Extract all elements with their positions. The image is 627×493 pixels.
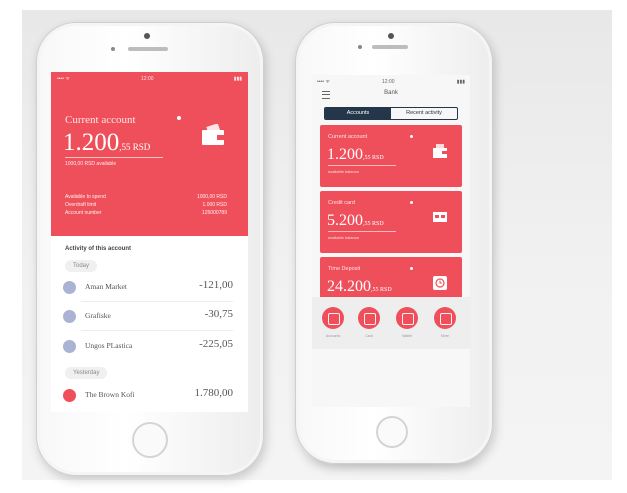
tab-label: Card (365, 334, 373, 338)
tab-wallet-icon[interactable] (396, 307, 418, 329)
card-title: Current account (328, 134, 368, 140)
home-button[interactable] (376, 416, 408, 448)
left-screen: •••• ᯤ 12:00 ▮▮▮ Current account 1.200,5… (51, 72, 248, 412)
transaction-icon (63, 340, 76, 353)
date-chip-today: Today (65, 260, 98, 272)
transaction-name: Grafiske (85, 311, 111, 320)
tab-label: Wallet (402, 334, 412, 338)
sensor-dot (358, 45, 362, 49)
card-balance-fraction: ,55 RSD (363, 221, 384, 227)
status-bar-signal: •••• ᯤ (57, 76, 70, 82)
status-bar-battery: ▮▮▮ (456, 79, 465, 85)
status-bar-time: 12:00 (141, 76, 154, 82)
date-chip-yesterday: Yesterday (65, 367, 108, 379)
card-subtitle: available balance (328, 235, 359, 240)
card-balance-main: 5.200 (327, 212, 363, 229)
account-title: Current account (65, 114, 136, 126)
status-bar-battery: ▮▮▮ (233, 76, 242, 82)
transaction-amount: -30,75 (204, 308, 233, 320)
balance-underline (65, 157, 163, 158)
card-dot (410, 201, 413, 204)
status-bar-signal: •••• ᯤ (317, 79, 330, 85)
transaction-row[interactable]: The Brown Kofi 1.780,00 (63, 386, 233, 406)
card-icon (433, 212, 447, 222)
detail-available: Available to spend 1000,00 RSD (65, 194, 227, 200)
detail-label: Available to spend (65, 194, 106, 200)
divider (81, 301, 233, 302)
card-balance-main: 24.200 (327, 278, 371, 295)
card-balance: 5.200,55 RSD (327, 212, 384, 230)
status-bar-time: 12:00 (382, 79, 395, 85)
page-indicator-dot (177, 116, 181, 120)
front-camera (388, 33, 394, 39)
tab-label: Accounts (325, 334, 341, 338)
card-title: Credit card (328, 200, 355, 206)
transaction-amount: 1.780,00 (194, 387, 234, 399)
balance-fraction: ,55 RSD (119, 142, 151, 152)
card-underline (328, 231, 396, 232)
transaction-row[interactable]: Grafiske -30,75 (63, 307, 233, 327)
card-balance-fraction: ,55 RSD (363, 155, 384, 161)
account-card[interactable]: Current account 1.200,55 RSD available b… (320, 125, 462, 187)
earpiece-speaker (372, 45, 408, 49)
detail-value: 125000789 (201, 210, 227, 216)
card-underline (328, 165, 396, 166)
account-balance: 1.200,55 RSD (63, 129, 150, 157)
tab-label: More (441, 334, 449, 338)
transaction-icon (63, 389, 76, 402)
card-balance-main: 1.200 (327, 146, 363, 163)
detail-account-number: Account number 125000789 (65, 210, 227, 216)
activity-title: Activity of this account (65, 246, 132, 252)
balance-main: 1.200 (63, 129, 120, 156)
card-title: Time Deposit (328, 266, 361, 272)
detail-label: Account number (65, 210, 102, 216)
bottom-tab-bar: Accounts Card Wallet More (312, 297, 470, 349)
left-phone: •••• ᯤ 12:00 ▮▮▮ Current account 1.200,5… (36, 22, 264, 476)
tab-card-icon[interactable] (358, 307, 380, 329)
transaction-row[interactable]: Ungos PLastica -225,05 (63, 337, 233, 357)
transaction-icon (63, 281, 76, 294)
tab-accounts-icon[interactable] (322, 307, 344, 329)
transaction-amount: -121,00 (199, 279, 233, 291)
card-balance: 24.200,55 RSD (327, 278, 392, 296)
card-dot (410, 267, 413, 270)
wallet-icon (202, 124, 225, 145)
transaction-amount: -225,05 (199, 338, 233, 350)
earpiece-speaker (128, 47, 168, 51)
transaction-name: Aman Market (85, 282, 127, 291)
detail-value: 1000,00 RSD (196, 194, 227, 200)
right-screen: •••• ᯤ 12:00 ▮▮▮ Bank Accounts Recent ac… (312, 75, 470, 407)
sensor-dot (111, 47, 115, 51)
front-camera (144, 33, 150, 39)
home-button[interactable] (132, 422, 168, 458)
detail-overdraft: Overdraft limit 1.000 RSD (65, 202, 227, 208)
transaction-row[interactable]: Aman Market -121,00 (63, 278, 233, 298)
segment-recent-activity[interactable]: Recent activity (391, 108, 457, 119)
credit-card-card[interactable]: Credit card 5.200,55 RSD available balan… (320, 191, 462, 253)
divider (81, 330, 233, 331)
card-dot (410, 135, 413, 138)
clock-icon (433, 276, 447, 290)
segmented-control: Accounts Recent activity (324, 107, 458, 120)
card-balance: 1.200,55 RSD (327, 146, 384, 164)
screen-title: Bank (384, 90, 398, 96)
segment-accounts[interactable]: Accounts (325, 108, 391, 119)
detail-value: 1.000 RSD (202, 202, 227, 208)
transaction-name: The Brown Kofi (85, 390, 135, 399)
detail-label: Overdraft limit (65, 202, 97, 208)
transaction-icon (63, 310, 76, 323)
card-balance-fraction: ,55 RSD (371, 287, 392, 293)
balance-available: 1000,00 RSD available (65, 161, 117, 167)
wallet-icon (433, 144, 447, 158)
transaction-name: Ungos PLastica (85, 341, 133, 350)
card-subtitle: available balance (328, 169, 359, 174)
right-phone: •••• ᯤ 12:00 ▮▮▮ Bank Accounts Recent ac… (295, 22, 493, 464)
tab-more-icon[interactable] (434, 307, 456, 329)
account-header: •••• ᯤ 12:00 ▮▮▮ Current account 1.200,5… (51, 72, 248, 236)
